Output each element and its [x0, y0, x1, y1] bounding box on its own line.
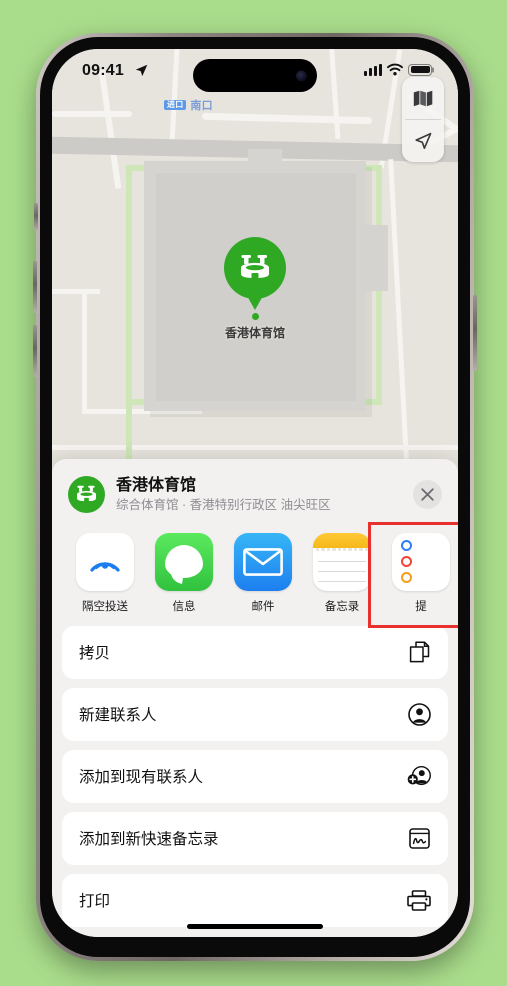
action-row-copy[interactable]: 拷贝 — [62, 625, 448, 679]
stadium-icon — [241, 255, 269, 279]
map-pin-group[interactable]: 香港体育馆 — [52, 237, 458, 341]
action-row-add-existing-contact[interactable]: 添加到现有联系人 — [62, 749, 448, 803]
phone-frame: 进口 南口 香港体育馆 09:41 香港体育馆 综合体育馆 · 香港特别行政区 … — [33, 33, 477, 961]
action-row-new-contact[interactable]: 新建联系人 — [62, 687, 448, 741]
share-app-label: 隔空投送 — [82, 600, 128, 613]
map-pin[interactable] — [224, 237, 286, 299]
close-button[interactable] — [413, 480, 442, 510]
printer-icon — [407, 888, 431, 912]
navigation-arrow-icon — [415, 132, 432, 149]
person-circle-icon — [407, 702, 431, 726]
map-transit-text: 南口 — [190, 100, 213, 112]
share-sheet-titles: 香港体育馆 综合体育馆 · 香港特别行政区 油尖旺区 — [116, 476, 405, 514]
dynamic-island — [193, 59, 317, 92]
copy-icon — [407, 640, 431, 664]
share-sheet-header: 香港体育馆 综合体育馆 · 香港特别行政区 油尖旺区 — [52, 459, 458, 527]
action-label: 添加到现有联系人 — [79, 769, 204, 787]
map-pin-label: 香港体育馆 — [224, 326, 285, 340]
action-label: 拷贝 — [79, 645, 111, 663]
volume-up-button[interactable] — [33, 261, 37, 313]
cellular-signal-icon — [364, 63, 382, 76]
action-row-new-quick-note[interactable]: 添加到新快速备忘录 — [62, 811, 448, 865]
power-button[interactable] — [473, 295, 477, 371]
stadium-icon — [68, 476, 105, 514]
map-view[interactable]: 进口 南口 香港体育馆 — [52, 49, 458, 479]
map-road — [52, 111, 132, 117]
share-sheet-subtitle: 综合体育馆 · 香港特别行政区 油尖旺区 — [116, 498, 331, 512]
action-row-print[interactable]: 打印 — [62, 873, 448, 927]
silent-switch[interactable] — [34, 203, 38, 231]
map-pin-anchor-dot — [251, 313, 259, 320]
share-app-reminders[interactable]: 提 — [390, 532, 452, 614]
volume-down-button[interactable] — [33, 325, 37, 377]
front-camera — [296, 70, 307, 81]
home-indicator[interactable] — [187, 924, 323, 929]
status-bar: 09:41 — [52, 49, 458, 97]
share-app-row[interactable]: 隔空投送 信息 邮件 备忘录 提 — [52, 521, 458, 628]
action-label: 打印 — [79, 893, 111, 911]
map-road — [52, 445, 458, 450]
reminders-icon — [392, 532, 450, 591]
map-transit-label: 进口 南口 — [164, 97, 213, 113]
phone-screen: 进口 南口 香港体育馆 09:41 香港体育馆 综合体育馆 · 香港特别行政区 … — [52, 49, 458, 937]
map-road — [201, 112, 373, 125]
location-arrow-icon — [135, 64, 148, 82]
map-transit-badge: 进口 — [164, 99, 187, 111]
person-add-icon — [407, 764, 431, 788]
share-app-notes[interactable]: 备忘录 — [311, 532, 373, 614]
share-app-mail[interactable]: 邮件 — [232, 532, 294, 614]
share-sheet: 香港体育馆 综合体育馆 · 香港特别行政区 油尖旺区 隔空投送 信息 邮件 备忘… — [52, 459, 458, 937]
action-label: 新建联系人 — [79, 707, 157, 725]
mail-icon — [234, 532, 292, 591]
status-indicators — [364, 63, 434, 76]
share-app-label: 信息 — [172, 600, 196, 613]
share-action-list[interactable]: 拷贝 新建联系人 添加到现有联系人 添加到新快速备忘录 打印 — [52, 625, 458, 927]
airdrop-icon — [76, 532, 134, 591]
wifi-icon — [387, 63, 403, 76]
share-app-label: 提 — [415, 600, 427, 613]
share-app-label: 邮件 — [251, 600, 275, 613]
action-label: 添加到新快速备忘录 — [79, 831, 219, 849]
share-app-label: 备忘录 — [324, 600, 360, 613]
messages-icon — [155, 532, 213, 591]
quick-note-icon — [407, 826, 431, 850]
battery-full-icon — [408, 63, 434, 76]
share-app-messages[interactable]: 信息 — [153, 532, 215, 614]
share-sheet-title: 香港体育馆 — [116, 477, 197, 494]
map-locate-button[interactable] — [402, 120, 444, 162]
close-icon — [421, 488, 434, 502]
share-app-airdrop[interactable]: 隔空投送 — [74, 532, 136, 614]
notes-icon — [313, 532, 371, 591]
status-time: 09:41 — [82, 62, 124, 79]
